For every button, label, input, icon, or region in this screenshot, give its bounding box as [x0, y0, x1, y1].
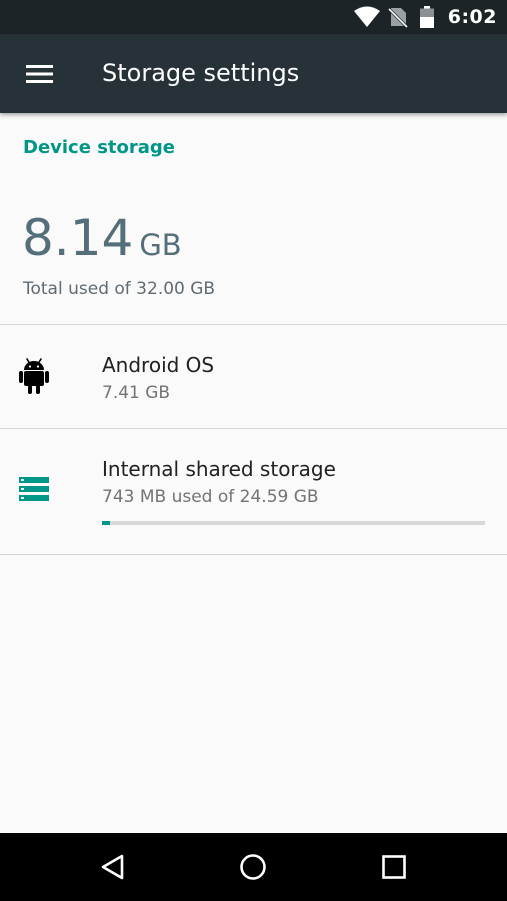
no-sim-icon — [387, 7, 408, 28]
wifi-icon — [353, 6, 380, 27]
section-header-device-storage: Device storage — [23, 137, 175, 158]
item-subtitle-internal-shared-storage: 743 MB used of 24.59 GB — [102, 487, 319, 507]
home-button[interactable] — [233, 847, 273, 887]
android-icon — [19, 358, 49, 394]
storage-progress-fill — [102, 521, 110, 525]
battery-icon — [419, 6, 434, 28]
status-bar: 6:02 — [0, 0, 507, 34]
storage-total-text: Total used of 32.00 GB — [23, 279, 216, 299]
menu-button[interactable] — [18, 53, 60, 95]
back-button[interactable] — [93, 847, 133, 887]
navigation-bar — [0, 833, 507, 901]
status-icons: 6:02 — [353, 0, 497, 34]
item-title-internal-shared-storage: Internal shared storage — [102, 457, 336, 481]
divider — [0, 554, 507, 555]
recents-icon — [382, 855, 406, 879]
item-title-android-os: Android OS — [102, 353, 215, 377]
recents-button[interactable] — [374, 847, 414, 887]
storage-icon — [19, 477, 49, 501]
storage-used-unit: GB — [139, 228, 182, 262]
home-icon — [240, 854, 266, 880]
storage-progress-bar — [102, 521, 485, 525]
back-icon — [101, 854, 124, 880]
page-title: Storage settings — [102, 59, 300, 87]
storage-used-value: 8.14 — [22, 209, 134, 267]
app-bar: Storage settings — [0, 34, 507, 113]
list-item-internal-shared-storage[interactable]: Internal shared storage 743 MB used of 2… — [0, 429, 507, 554]
list-item-android-os[interactable]: Android OS 7.41 GB — [0, 325, 507, 428]
storage-used-summary: 8.14 GB — [22, 213, 182, 263]
item-subtitle-android-os: 7.41 GB — [102, 383, 171, 403]
clock: 6:02 — [447, 6, 497, 28]
menu-icon — [25, 65, 53, 83]
